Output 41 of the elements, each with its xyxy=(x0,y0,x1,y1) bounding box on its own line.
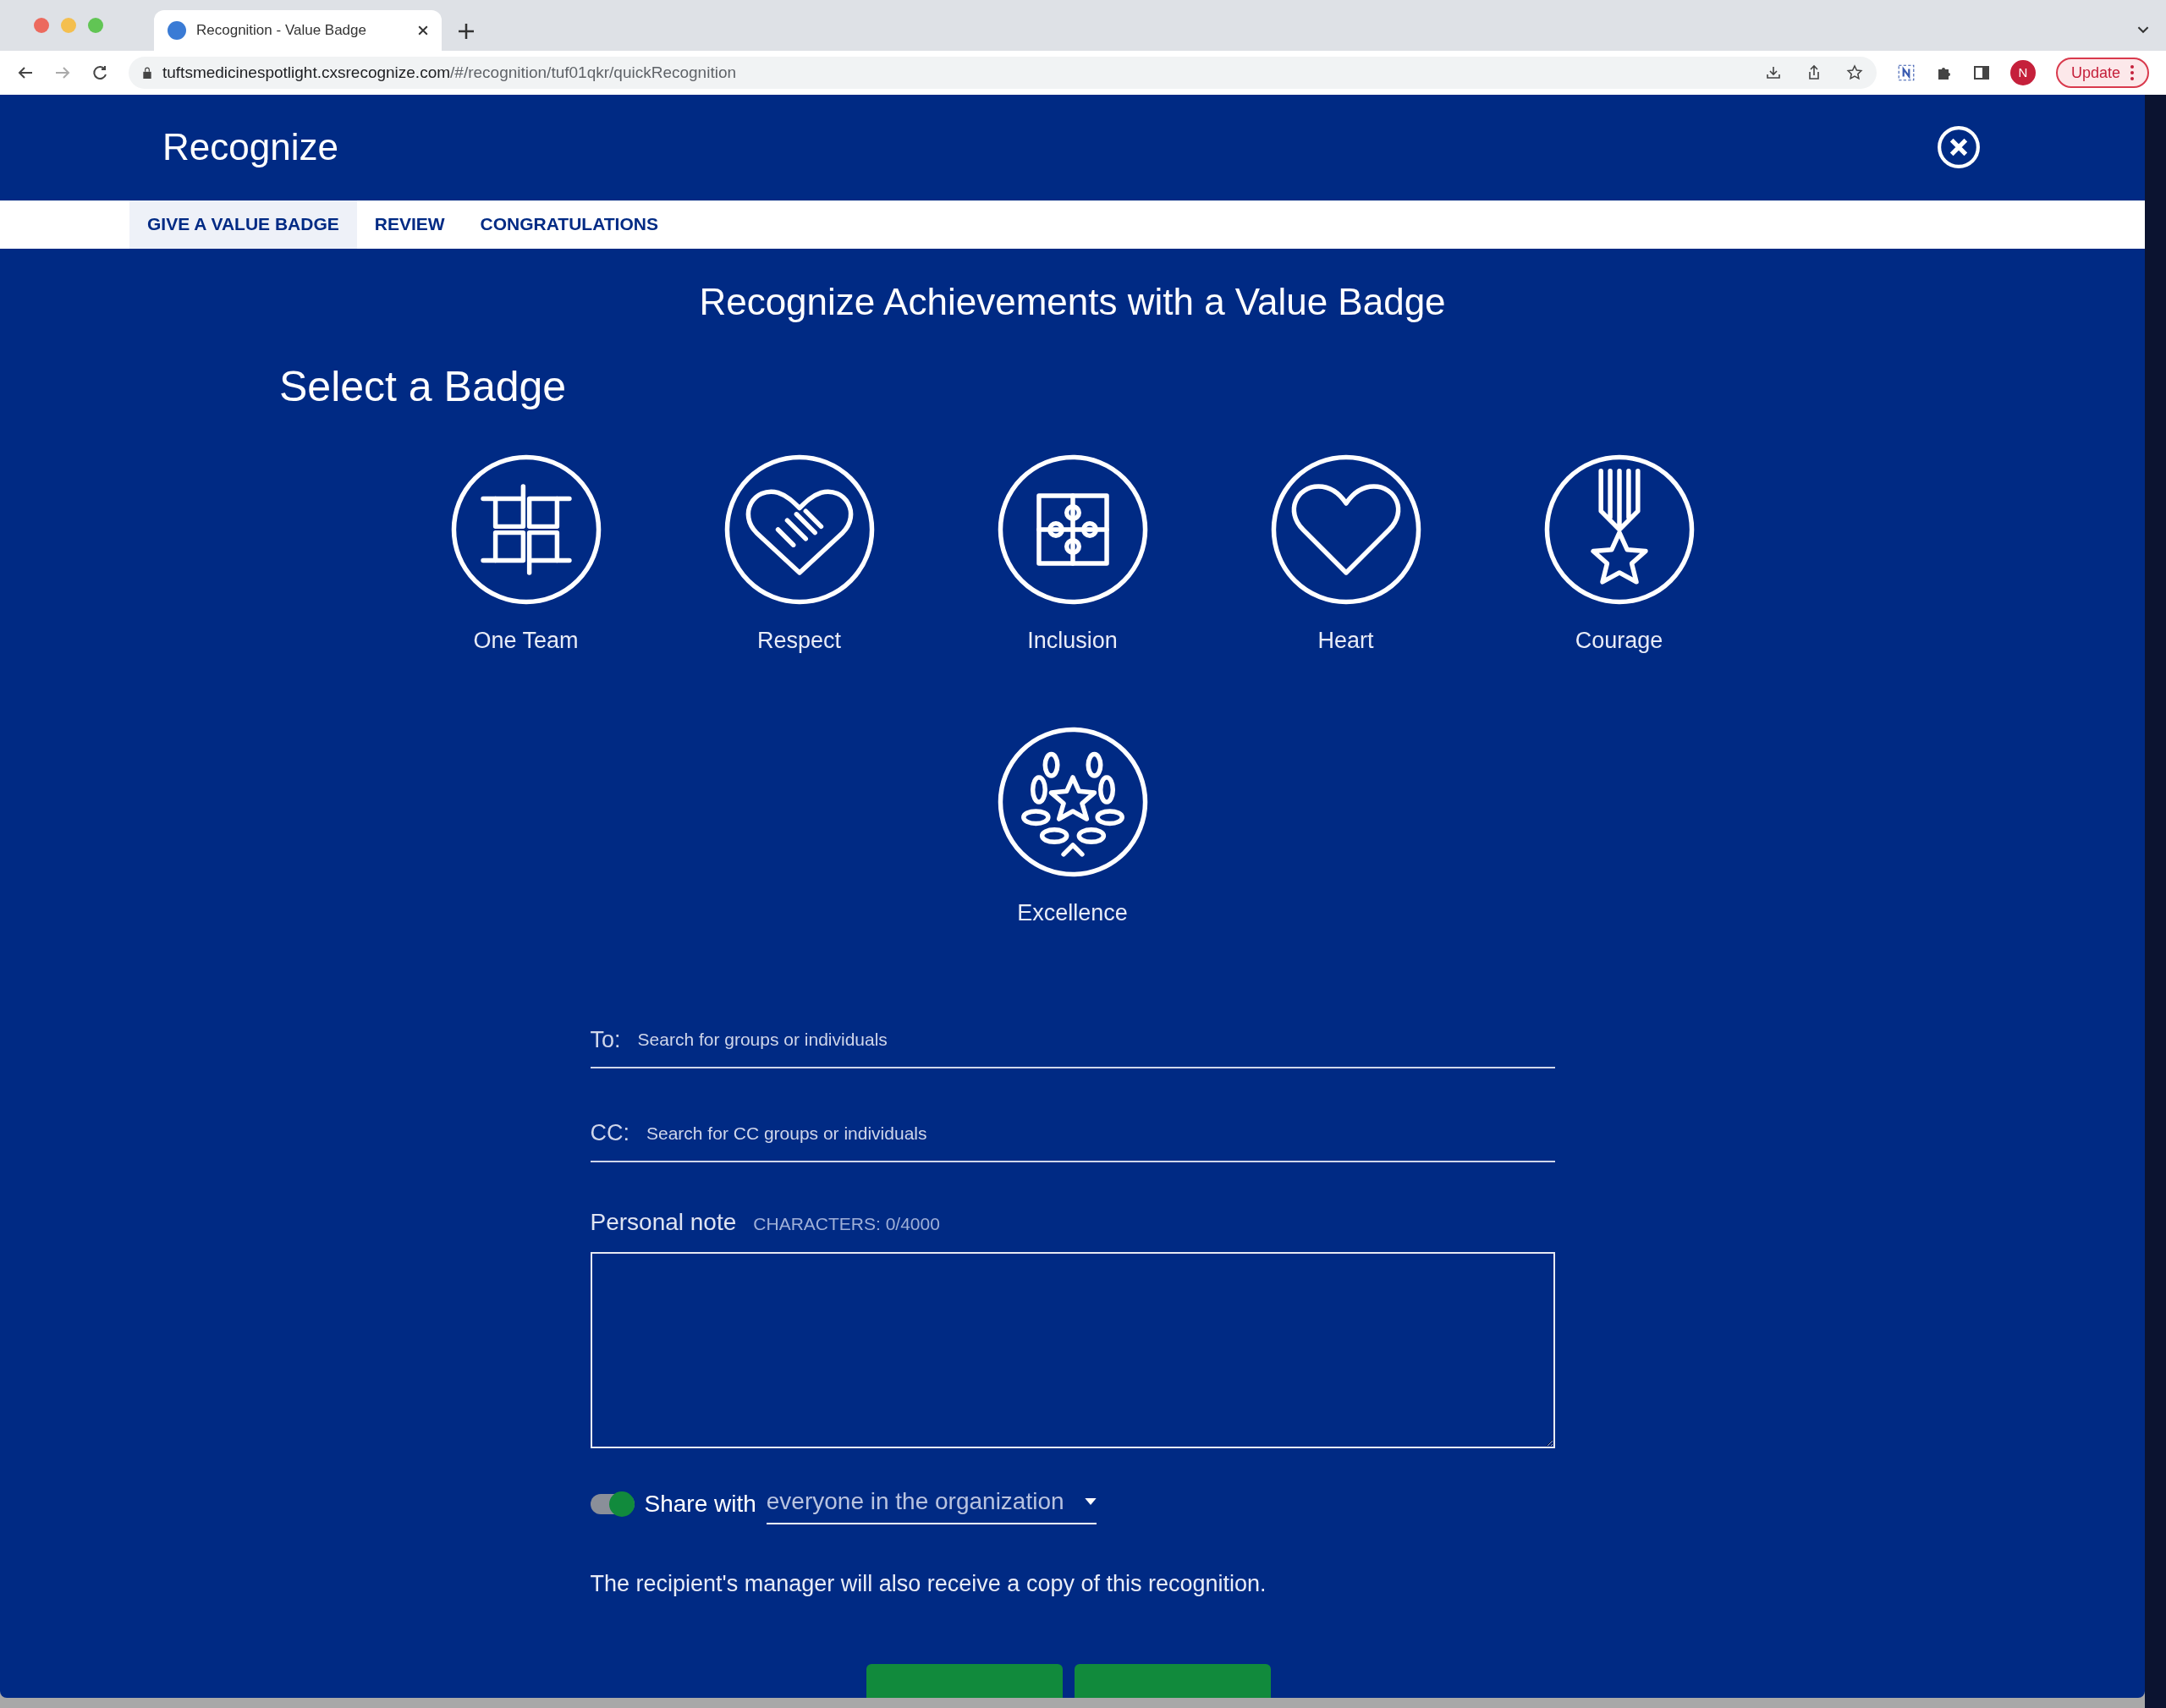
badge-label: Excellence xyxy=(1017,899,1128,927)
audience-dropdown[interactable]: everyone in the organization xyxy=(766,1483,1097,1524)
search-input[interactable]: Search for groups or individuals xyxy=(637,1026,1555,1053)
install-icon[interactable] xyxy=(1764,64,1782,81)
note-textarea[interactable] xyxy=(590,1251,1555,1448)
tab[interactable]: GIVE A VALUE BADGE xyxy=(129,200,357,249)
caret-icon xyxy=(1084,1497,1097,1505)
browser-tab[interactable]: Recognition - Value Badge xyxy=(154,10,442,51)
share-toggle[interactable] xyxy=(590,1493,635,1514)
search-input[interactable]: Search for CC groups or individuals xyxy=(646,1119,1555,1146)
field-label: CC: xyxy=(590,1119,629,1147)
cc-field[interactable]: CC: Search for CC groups or individuals xyxy=(590,1116,1555,1162)
star-icon[interactable] xyxy=(1845,64,1863,81)
sidebar-icon[interactable] xyxy=(1972,64,1990,81)
address-bar[interactable]: tuftsmedicinespotlight.cxsrecognize.com/#/recognition/tuf01qkr/quickRecognition xyxy=(129,57,1877,89)
profile-avatar[interactable]: N xyxy=(2009,60,2036,85)
badge-label: One Team xyxy=(473,626,579,655)
badge-label: Courage xyxy=(1575,626,1663,655)
page-title: Recognize xyxy=(162,125,338,170)
to-field[interactable]: To: Search for groups or individuals xyxy=(590,1022,1555,1068)
site-favicon-icon xyxy=(168,21,186,40)
manager-notice: The recipient's manager will also receive a copy of this recognition. xyxy=(590,1569,1267,1598)
badge-label: Respect xyxy=(756,626,842,655)
scrollbar[interactable] xyxy=(2145,95,2166,1708)
lock-icon xyxy=(142,67,152,79)
url-text: tuftsmedicinespotlight.cxsrecognize.com/#/recognition/tuf01qkr/quickRecognition xyxy=(162,62,737,83)
tab-title: Recognition - Value Badge xyxy=(196,21,367,41)
new-tab-icon[interactable] xyxy=(459,24,474,39)
section-title: Select a Badge xyxy=(279,361,567,412)
extension-icon[interactable] xyxy=(1896,63,1916,82)
page-heading: Recognize Achievements with a Value Badge xyxy=(699,279,1446,324)
badge-label: Heart xyxy=(1317,626,1374,655)
badge-label: Inclusion xyxy=(1027,626,1118,655)
more-vertical-icon xyxy=(2130,65,2134,80)
field-label: To: xyxy=(590,1025,621,1054)
character-counter: CHARACTERS: 0/4000 xyxy=(753,1212,940,1235)
reload-icon[interactable] xyxy=(91,64,108,81)
update-button[interactable]: Update xyxy=(2055,58,2149,88)
close-icon[interactable] xyxy=(418,25,428,36)
field-label: Personal note xyxy=(590,1207,737,1237)
share-label: Share with xyxy=(644,1489,756,1519)
